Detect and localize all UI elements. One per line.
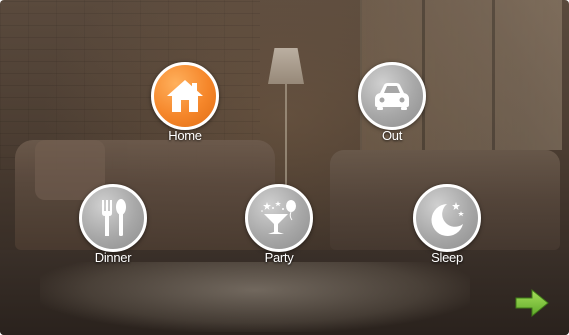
next-page-button[interactable] — [514, 288, 550, 318]
mode-home-label: Home — [168, 128, 202, 143]
scene-mode-screen: Home Out Dinner Party Sleep — [0, 0, 569, 335]
mode-dinner-button[interactable]: Dinner — [58, 184, 168, 265]
mode-dinner-label: Dinner — [94, 250, 132, 265]
mode-home-button[interactable]: Home — [130, 62, 240, 143]
arrow-right-icon — [515, 288, 549, 318]
background-rug — [40, 262, 470, 332]
mode-party-circle[interactable] — [245, 184, 313, 252]
house-icon — [167, 80, 203, 112]
cocktail-glass-icon — [261, 200, 296, 234]
mode-party-button[interactable]: Party — [224, 184, 334, 265]
mode-sleep-circle[interactable] — [413, 184, 481, 252]
mode-party-label: Party — [264, 250, 294, 265]
moon-stars-icon — [431, 202, 464, 236]
mode-sleep-label: Sleep — [431, 250, 463, 265]
mode-out-button[interactable]: Out — [337, 62, 447, 143]
mode-out-circle[interactable] — [358, 62, 426, 130]
mode-dinner-circle[interactable] — [79, 184, 147, 252]
background-lamp — [268, 48, 304, 84]
mode-out-label: Out — [381, 128, 403, 143]
car-icon — [375, 83, 409, 110]
mode-sleep-button[interactable]: Sleep — [392, 184, 502, 265]
mode-home-circle[interactable] — [151, 62, 219, 130]
fork-spoon-icon — [102, 199, 126, 236]
